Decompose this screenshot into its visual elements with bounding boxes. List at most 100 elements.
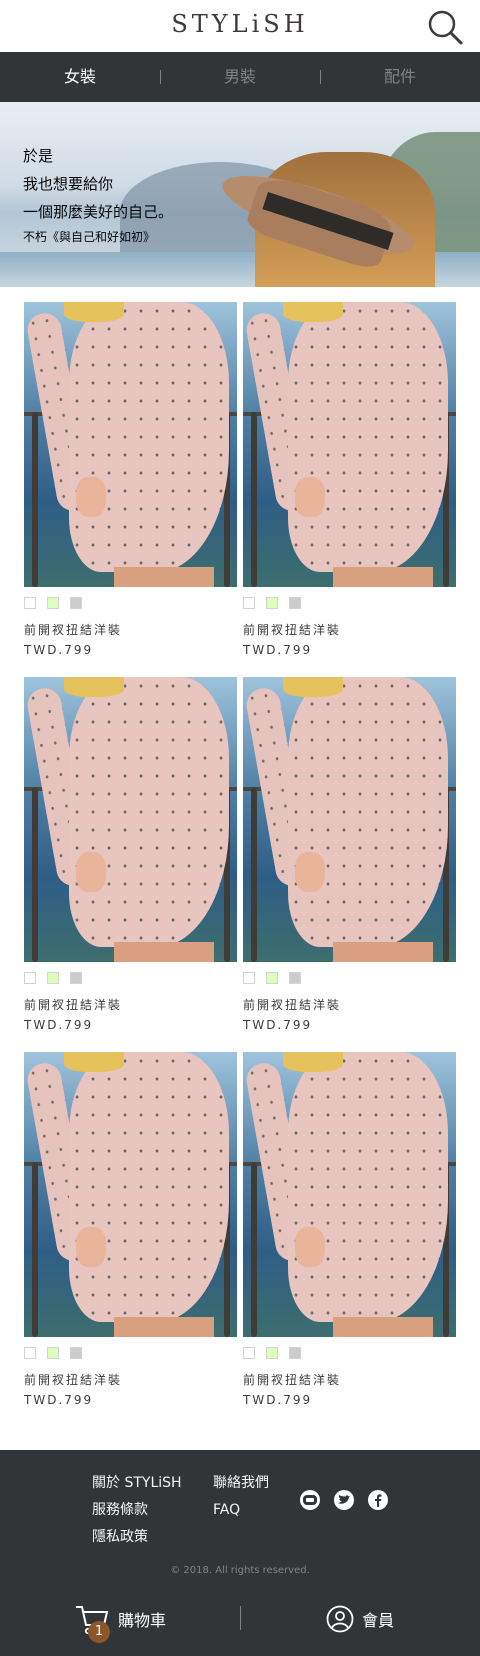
- image-dress: [288, 677, 448, 947]
- product-card[interactable]: 前開衩扭結洋裝 TWD.799: [24, 1052, 237, 1411]
- footer-link-contact[interactable]: 聯絡我們: [213, 1474, 283, 1492]
- product-image[interactable]: [24, 302, 237, 587]
- facebook-button[interactable]: [368, 1490, 388, 1510]
- image-legs: [333, 942, 433, 962]
- product-price: TWD.799: [24, 1393, 94, 1407]
- image-hand: [295, 477, 325, 517]
- cart-button[interactable]: 1 購物車: [0, 1582, 240, 1656]
- color-swatch[interactable]: [243, 597, 255, 609]
- color-swatches: [243, 597, 456, 609]
- product-name: 前開衩扭結洋裝: [24, 1373, 123, 1387]
- member-button[interactable]: 會員: [240, 1582, 480, 1656]
- hero-banner[interactable]: 於是 我也想要給你 一個那麼美好的自己。 不朽《與自己和好如初》: [0, 102, 480, 287]
- color-swatch[interactable]: [24, 972, 36, 984]
- color-swatch[interactable]: [243, 1347, 255, 1359]
- image-legs: [114, 1317, 214, 1337]
- color-swatch[interactable]: [289, 972, 301, 984]
- member-icon: [326, 1605, 354, 1633]
- footer-link-faq[interactable]: FAQ: [213, 1501, 283, 1519]
- line-button[interactable]: [300, 1490, 320, 1510]
- nav-item-men[interactable]: 男裝: [160, 52, 320, 102]
- search-icon: [428, 10, 463, 45]
- color-swatch[interactable]: [47, 1347, 59, 1359]
- color-swatch[interactable]: [24, 597, 36, 609]
- color-swatch[interactable]: [289, 597, 301, 609]
- image-legs: [114, 567, 214, 587]
- color-swatch[interactable]: [70, 597, 82, 609]
- product-card[interactable]: 前開衩扭結洋裝 TWD.799: [243, 302, 456, 661]
- image-hair: [64, 677, 124, 697]
- product-card[interactable]: 前開衩扭結洋裝 TWD.799: [24, 677, 237, 1036]
- search-button[interactable]: [426, 8, 464, 46]
- copyright: © 2018. All rights reserved.: [170, 1565, 310, 1576]
- image-hand: [295, 1227, 325, 1267]
- color-swatch[interactable]: [266, 1347, 278, 1359]
- image-hand: [76, 1227, 106, 1267]
- nav-item-women[interactable]: 女裝: [0, 52, 160, 102]
- product-image[interactable]: [24, 677, 237, 962]
- image-rail-post: [32, 412, 38, 587]
- image-hand: [76, 477, 106, 517]
- product-name: 前開衩扭結洋裝: [243, 998, 342, 1012]
- cart-label: 購物車: [117, 1611, 166, 1630]
- social-links: [300, 1490, 388, 1510]
- product-image[interactable]: [24, 1052, 237, 1337]
- footer-link-terms[interactable]: 服務條款: [92, 1501, 213, 1519]
- color-swatch[interactable]: [47, 597, 59, 609]
- header: STYLiSH: [0, 0, 480, 52]
- color-swatches: [24, 1347, 237, 1359]
- hero-subtitle: 不朽《與自己和好如初》: [23, 230, 156, 244]
- color-swatch[interactable]: [70, 972, 82, 984]
- image-dress: [288, 1052, 448, 1322]
- color-swatch[interactable]: [70, 1347, 82, 1359]
- hero-line: 我也想要給你: [23, 175, 114, 193]
- product-price: TWD.799: [243, 1018, 313, 1032]
- image-hand: [76, 852, 106, 892]
- image-rail-post: [32, 787, 38, 962]
- image-rail-post: [251, 1162, 257, 1337]
- image-rail-post: [251, 412, 257, 587]
- hero-line: 一個那麼美好的自己。: [23, 203, 174, 221]
- product-price: TWD.799: [243, 643, 313, 657]
- footer-link-about[interactable]: 關於 STYLiSH: [92, 1474, 213, 1492]
- hero-line: 於是: [23, 147, 54, 165]
- product-name: 前開衩扭結洋裝: [24, 623, 123, 637]
- color-swatch[interactable]: [266, 972, 278, 984]
- product-card[interactable]: 前開衩扭結洋裝 TWD.799: [24, 302, 237, 661]
- image-hair: [283, 302, 343, 322]
- bottom-bar: 1 購物車 會員: [0, 1582, 480, 1656]
- image-legs: [333, 1317, 433, 1337]
- image-hair: [283, 677, 343, 697]
- product-price: TWD.799: [24, 1018, 94, 1032]
- product-image[interactable]: [243, 1052, 456, 1337]
- color-swatch[interactable]: [289, 1347, 301, 1359]
- nav-item-accessories[interactable]: 配件: [320, 52, 480, 102]
- hero-story: 於是 我也想要給你 一個那麼美好的自己。 不朽《與自己和好如初》: [23, 142, 173, 248]
- facebook-icon: [375, 1493, 382, 1507]
- product-name: 前開衩扭結洋裝: [243, 1373, 342, 1387]
- color-swatches: [243, 972, 456, 984]
- color-swatch[interactable]: [266, 597, 278, 609]
- member-label: 會員: [361, 1611, 394, 1630]
- product-name: 前開衩扭結洋裝: [24, 998, 123, 1012]
- color-swatch[interactable]: [243, 972, 255, 984]
- footer-links: 關於 STYLiSH 聯絡我們 服務條款 FAQ 隱私政策: [92, 1474, 283, 1546]
- color-swatches: [24, 972, 237, 984]
- category-nav: 女裝 男裝 配件: [0, 52, 480, 102]
- color-swatch[interactable]: [24, 1347, 36, 1359]
- twitter-icon: [338, 1495, 350, 1504]
- image-dress: [69, 677, 229, 947]
- product-image[interactable]: [243, 302, 456, 587]
- product-name: 前開衩扭結洋裝: [243, 623, 342, 637]
- twitter-button[interactable]: [334, 1490, 354, 1510]
- image-hand: [295, 852, 325, 892]
- product-card[interactable]: 前開衩扭結洋裝 TWD.799: [243, 1052, 456, 1411]
- color-swatch[interactable]: [47, 972, 59, 984]
- color-swatches: [243, 1347, 456, 1359]
- footer-link-privacy[interactable]: 隱私政策: [92, 1528, 213, 1546]
- logo[interactable]: STYLiSH: [0, 10, 480, 38]
- product-image[interactable]: [243, 677, 456, 962]
- image-dress: [288, 302, 448, 572]
- image-legs: [333, 567, 433, 587]
- product-card[interactable]: 前開衩扭結洋裝 TWD.799: [243, 677, 456, 1036]
